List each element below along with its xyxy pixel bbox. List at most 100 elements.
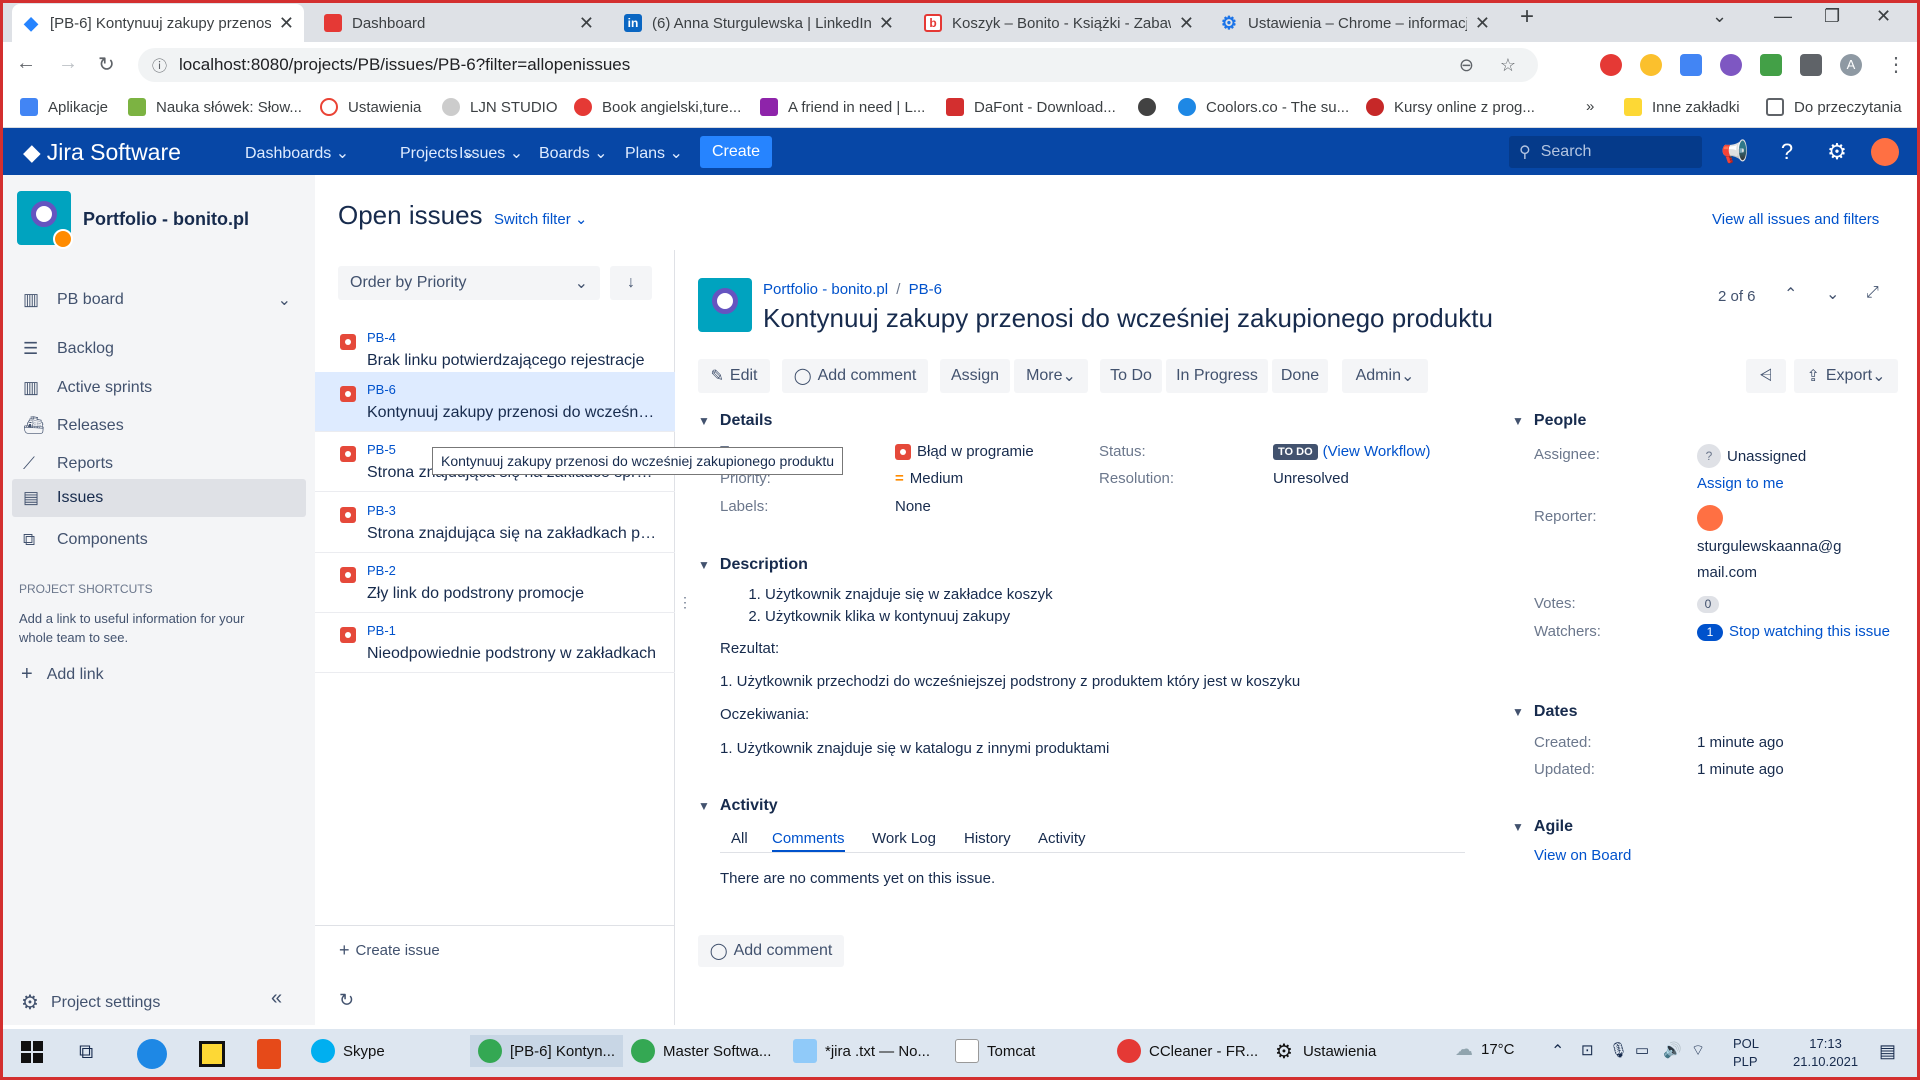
extension-icon[interactable]: [1760, 54, 1782, 76]
in-progress-button[interactable]: In Progress: [1166, 359, 1268, 393]
bookmark-item[interactable]: Ustawienia: [320, 98, 421, 116]
chevron-down-icon[interactable]: ⌄: [1826, 284, 1839, 304]
expand-icon[interactable]: ⤢: [1866, 284, 1879, 302]
sidebar-item-components[interactable]: ⧉ Components: [19, 522, 303, 558]
battery-icon[interactable]: ▭: [1635, 1041, 1649, 1059]
agile-section-header[interactable]: ▼ Agile: [1512, 818, 1573, 836]
reload-icon[interactable]: ↻: [98, 52, 115, 77]
nav-issues[interactable]: Issues ⌄: [459, 143, 523, 163]
profile-avatar[interactable]: A: [1840, 54, 1862, 76]
view-on-board-link[interactable]: View on Board: [1534, 847, 1631, 864]
office-icon[interactable]: [257, 1039, 281, 1069]
reporter-email-line1[interactable]: sturgulewskaanna@g: [1697, 538, 1841, 555]
task-view-icon[interactable]: ⧉: [79, 1041, 93, 1064]
activity-section-header[interactable]: ▼ Activity: [698, 797, 778, 815]
taskbar-app-chrome-jira[interactable]: [PB-6] Kontyn...: [470, 1035, 624, 1067]
puzzle-icon[interactable]: [1800, 54, 1822, 76]
sidebar-item-releases[interactable]: ⛴ Releases: [19, 408, 303, 444]
breadcrumb-issue-key[interactable]: PB-6: [909, 281, 942, 298]
search-input[interactable]: ⚲ Search: [1509, 136, 1702, 168]
minimize-icon[interactable]: —: [1774, 6, 1792, 27]
assign-to-me-link[interactable]: Assign to me: [1697, 475, 1784, 492]
zoom-icon[interactable]: ⊖: [1459, 55, 1474, 76]
extension-icon[interactable]: [1720, 54, 1742, 76]
announcement-icon[interactable]: 📢: [1721, 138, 1749, 166]
more-button[interactable]: More ⌄: [1014, 359, 1088, 393]
admin-button[interactable]: Admin ⌄: [1342, 359, 1428, 393]
people-section-header[interactable]: ▼ People: [1512, 412, 1586, 430]
add-comment-bottom-button[interactable]: ◯ Add comment: [698, 935, 844, 967]
activity-tab-history[interactable]: History: [964, 830, 1011, 847]
help-icon[interactable]: ?: [1773, 138, 1801, 166]
sidebar-item-active-sprints[interactable]: ▥ Active sprints: [19, 370, 303, 406]
sidebar-item-backlog[interactable]: ☰ Backlog: [19, 331, 303, 367]
add-comment-button[interactable]: ◯ Add comment: [782, 359, 928, 393]
sidebar-item-board[interactable]: ▥ PB board ⌄: [19, 282, 303, 318]
clock[interactable]: 17:13 21.10.2021: [1793, 1035, 1858, 1071]
resize-handle-icon[interactable]: ⋮: [678, 594, 692, 611]
window-close-icon[interactable]: ✕: [1876, 6, 1891, 27]
create-button[interactable]: Create: [700, 136, 772, 168]
list-item-selected[interactable]: PB-6 Kontynuuj zakupy przenosi do wcześn…: [315, 372, 675, 432]
close-icon[interactable]: ✕: [579, 13, 594, 34]
tab-search-icon[interactable]: ⌄: [1712, 6, 1727, 27]
tab-chrome-settings[interactable]: ⚙ Ustawienia – Chrome – informacje ✕: [1210, 4, 1500, 42]
activity-tab-comments[interactable]: Comments: [772, 830, 845, 852]
input-language[interactable]: POL PLP: [1733, 1035, 1759, 1071]
wifi-icon[interactable]: ⌔: [1691, 1041, 1705, 1060]
bookmark-item[interactable]: DaFont - Download...: [946, 98, 1116, 116]
export-button[interactable]: ⇪ Export ⌄: [1794, 359, 1898, 393]
close-icon[interactable]: ✕: [279, 13, 294, 34]
taskbar-app-ccleaner[interactable]: CCleaner - FR...: [1117, 1039, 1258, 1063]
address-bar[interactable]: ⓘ localhost:8080/projects/PB/issues/PB-6…: [138, 48, 1538, 82]
taskbar-app-notepad[interactable]: *jira .txt — No...: [793, 1039, 930, 1063]
details-section-header[interactable]: ▼ Details: [698, 412, 772, 430]
description-section-header[interactable]: ▼ Description: [698, 556, 808, 574]
translate-icon[interactable]: [1680, 54, 1702, 76]
jira-logo[interactable]: ◆ Jira Software: [23, 139, 181, 166]
bookmark-item[interactable]: Nauka słówek: Słow...: [128, 98, 302, 116]
view-all-issues-link[interactable]: View all issues and filters: [1712, 211, 1879, 228]
activity-tab-worklog[interactable]: Work Log: [872, 830, 936, 847]
votes-count[interactable]: 0: [1697, 596, 1719, 613]
tab-dashboard[interactable]: Dashboard ✕: [314, 4, 604, 42]
adblock-icon[interactable]: [1600, 54, 1622, 76]
dates-section-header[interactable]: ▼ Dates: [1512, 703, 1577, 721]
collapse-sidebar-icon[interactable]: «: [271, 987, 282, 1010]
breadcrumb-project[interactable]: Portfolio - bonito.pl: [763, 281, 888, 298]
list-item[interactable]: PB-1 Nieodpowiednie podstrony w zakładka…: [315, 613, 675, 673]
sticky-notes-icon[interactable]: [199, 1041, 225, 1067]
bookmark-star-icon[interactable]: ☆: [1500, 55, 1516, 76]
list-item[interactable]: PB-3 Strona znajdująca się na zakładkach…: [315, 493, 675, 553]
list-item[interactable]: PB-4 Brak linku potwierdzającego rejestr…: [315, 320, 675, 380]
bookmark-item[interactable]: [1138, 98, 1166, 116]
bookmark-item[interactable]: A friend in need | L...: [760, 98, 925, 116]
bookmark-item[interactable]: Kursy online z prog...: [1366, 98, 1535, 116]
chevron-up-icon[interactable]: ⌃: [1784, 284, 1797, 304]
assign-button[interactable]: Assign: [940, 359, 1010, 393]
forward-icon[interactable]: →: [58, 52, 78, 75]
maximize-icon[interactable]: ❐: [1824, 6, 1840, 27]
taskbar-app-tomcat[interactable]: Tomcat: [955, 1039, 1035, 1063]
edge-icon[interactable]: [137, 1039, 167, 1069]
taskbar-app-settings[interactable]: ⚙ Ustawienia: [1275, 1039, 1376, 1064]
watchers-count[interactable]: 1: [1697, 624, 1723, 641]
done-button[interactable]: Done: [1272, 359, 1328, 393]
nav-plans[interactable]: Plans ⌄: [625, 143, 683, 163]
bookmark-item[interactable]: Coolors.co - The su...: [1178, 98, 1349, 116]
new-tab-icon[interactable]: +: [1520, 3, 1534, 31]
menu-kebab-icon[interactable]: ⋮: [1886, 52, 1906, 77]
sidebar-item-issues[interactable]: ▤ Issues: [12, 479, 306, 517]
refresh-icon[interactable]: ↻: [339, 990, 354, 1011]
taskbar-app-chrome-master[interactable]: Master Softwa...: [631, 1039, 771, 1063]
taskbar-app-skype[interactable]: Skype: [311, 1039, 385, 1063]
project-settings-link[interactable]: ⚙ Project settings: [21, 990, 160, 1015]
back-icon[interactable]: ←: [16, 52, 36, 75]
weather-widget[interactable]: ☁ 17°C: [1455, 1039, 1515, 1060]
volume-icon[interactable]: 🔊: [1663, 1041, 1682, 1059]
view-workflow-link[interactable]: (View Workflow): [1323, 443, 1431, 460]
extension-icon[interactable]: [1640, 54, 1662, 76]
activity-tab-activity[interactable]: Activity: [1038, 830, 1086, 847]
todo-button[interactable]: To Do: [1100, 359, 1162, 393]
close-icon[interactable]: ✕: [1179, 13, 1194, 34]
